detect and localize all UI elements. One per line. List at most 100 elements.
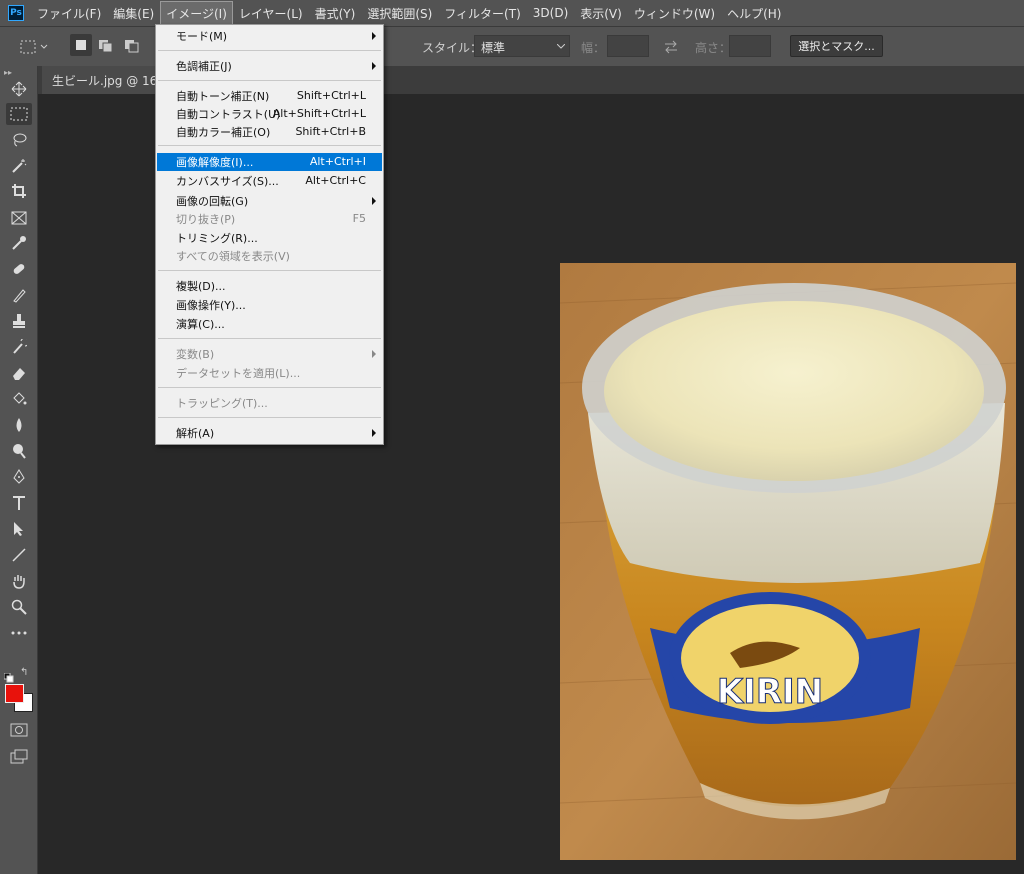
photoshop-logo-icon: Ps (8, 5, 24, 21)
more-tools-icon[interactable] (6, 622, 32, 644)
add-selection-icon[interactable] (98, 38, 114, 57)
options-bar: スタイル： 標準 幅： 高さ： 選択とマスク... (0, 26, 1024, 66)
width-field[interactable] (607, 35, 649, 57)
zoom-icon[interactable] (6, 596, 32, 618)
style-dropdown-value: 標準 (481, 41, 506, 55)
image-menu-item: 変数(B) (157, 345, 382, 363)
image-menu-item[interactable]: 色調補正(J) (157, 57, 382, 75)
image-menu-item[interactable]: 自動カラー補正(O) Shift+Ctrl+B (157, 123, 382, 141)
menu-window[interactable]: ウィンドウ(W) (629, 2, 720, 25)
image-menu-item[interactable]: 解析(A) (157, 424, 382, 442)
menu-item-label: 自動コントラスト(U) (176, 108, 281, 121)
quick-mask-icon[interactable] (10, 722, 28, 741)
menu-filter[interactable]: フィルター(T) (439, 2, 525, 25)
submenu-arrow-icon (372, 429, 376, 437)
foreground-color-swatch[interactable] (5, 684, 24, 703)
subtract-selection-icon[interactable] (124, 38, 140, 57)
menu-separator (158, 270, 381, 271)
height-label: 高さ： (695, 41, 732, 55)
image-menu-item: すべての領域を表示(V) (157, 247, 382, 265)
menu-item-label: 変数(B) (176, 348, 215, 361)
move-icon[interactable] (6, 78, 32, 100)
menu-item-label: トラッピング(T)... (176, 397, 268, 410)
menu-separator (158, 338, 381, 339)
frame-icon[interactable] (6, 207, 32, 229)
submenu-arrow-icon (372, 62, 376, 70)
svg-text:KIRIN: KIRIN (717, 672, 823, 712)
collapse-panel-icon[interactable]: ▸▸ (4, 68, 12, 77)
document-image: KIRIN (560, 263, 1016, 860)
dodge-icon[interactable] (6, 440, 32, 462)
select-and-mask-button[interactable]: 選択とマスク... (790, 35, 883, 57)
image-menu-item[interactable]: 演算(C)... (157, 315, 382, 333)
menu-item-label: モード(M) (176, 30, 228, 43)
brush-icon[interactable] (6, 284, 32, 306)
menu-item-label: カンバスサイズ(S)... (176, 175, 279, 188)
tools-panel: ▸▸ ↰ (0, 66, 38, 874)
eyedropper-icon[interactable] (6, 232, 32, 254)
menu-separator (158, 50, 381, 51)
style-label: スタイル： (422, 41, 483, 55)
menu-item-label: 色調補正(J) (176, 60, 232, 73)
screen-mode-icon[interactable] (10, 749, 30, 769)
menu-image[interactable]: イメージ(I) (160, 0, 233, 26)
crop-icon[interactable] (6, 180, 32, 202)
image-menu-item[interactable]: 自動コントラスト(U) Alt+Shift+Ctrl+L (157, 105, 382, 123)
menu-bar: Ps ファイル(F) 編集(E) イメージ(I) レイヤー(L) 書式(Y) 選… (0, 0, 1024, 26)
line-icon[interactable] (6, 544, 32, 566)
lasso-icon[interactable] (6, 129, 32, 151)
image-menu-item[interactable]: 画像の回転(G) (157, 192, 382, 210)
blur-icon[interactable] (6, 414, 32, 436)
menu-help[interactable]: ヘルプ(H) (722, 2, 786, 25)
menu-layer[interactable]: レイヤー(L) (234, 2, 308, 25)
magic-wand-icon[interactable] (6, 155, 32, 177)
history-brush-icon[interactable] (6, 336, 32, 358)
image-menu-dropdown: モード(M) 色調補正(J) 自動トーン補正(N) Shift+Ctrl+L 自動コント… (155, 24, 384, 445)
swap-colors-icon[interactable]: ↰ (20, 667, 28, 678)
menu-3d[interactable]: 3D(D) (528, 3, 573, 23)
menu-item-shortcut: Alt+Shift+Ctrl+L (272, 107, 366, 120)
type-icon[interactable] (6, 492, 32, 514)
image-menu-item[interactable]: 自動トーン補正(N) Shift+Ctrl+L (157, 87, 382, 105)
menu-separator (158, 80, 381, 81)
menu-item-shortcut: Shift+Ctrl+B (295, 125, 366, 138)
menu-select[interactable]: 選択範囲(S) (362, 2, 437, 25)
hand-icon[interactable] (6, 570, 32, 592)
tool-preset-icon[interactable] (20, 39, 50, 58)
height-field[interactable] (729, 35, 771, 57)
menu-edit[interactable]: 編集(E) (108, 2, 159, 25)
paint-bucket-icon[interactable] (6, 388, 32, 410)
menu-item-shortcut: Alt+Ctrl+I (309, 155, 366, 168)
image-menu-item[interactable]: 画像操作(Y)... (157, 296, 382, 314)
swap-dimensions-icon[interactable] (663, 39, 679, 58)
clone-stamp-icon[interactable] (6, 310, 32, 332)
menu-item-label: 画像解像度(I)... (176, 156, 254, 169)
image-menu-item: トラッピング(T)... (157, 394, 382, 412)
healing-brush-icon[interactable] (6, 258, 32, 280)
eraser-icon[interactable] (6, 362, 32, 384)
style-dropdown[interactable]: 標準 (474, 35, 570, 57)
menu-item-label: トリミング(R)... (176, 232, 258, 245)
menu-item-label: データセットを適用(L)... (176, 367, 301, 380)
menu-file[interactable]: ファイル(F) (32, 2, 106, 25)
image-menu-item: データセットを適用(L)... (157, 364, 382, 382)
image-menu-item[interactable]: カンバスサイズ(S)... Alt+Ctrl+C (157, 172, 382, 190)
pen-icon[interactable] (6, 466, 32, 488)
image-menu-item[interactable]: トリミング(R)... (157, 229, 382, 247)
submenu-arrow-icon (372, 350, 376, 358)
menu-item-shortcut: Alt+Ctrl+C (305, 174, 366, 187)
image-menu-item: 切り抜き(P) F5 (157, 210, 382, 228)
new-selection-icon[interactable] (70, 34, 92, 56)
chevron-down-icon (557, 44, 565, 49)
menu-view[interactable]: 表示(V) (575, 2, 627, 25)
menu-type[interactable]: 書式(Y) (310, 2, 361, 25)
menu-item-label: すべての領域を表示(V) (176, 250, 290, 263)
image-menu-item[interactable]: 画像解像度(I)... Alt+Ctrl+I (157, 153, 382, 171)
menu-item-label: 切り抜き(P) (176, 213, 236, 226)
path-selection-icon[interactable] (6, 518, 32, 540)
menu-separator (158, 145, 381, 146)
menu-separator (158, 387, 381, 388)
image-menu-item[interactable]: モード(M) (157, 27, 382, 45)
marquee-icon[interactable] (6, 103, 32, 125)
image-menu-item[interactable]: 複製(D)... (157, 277, 382, 295)
